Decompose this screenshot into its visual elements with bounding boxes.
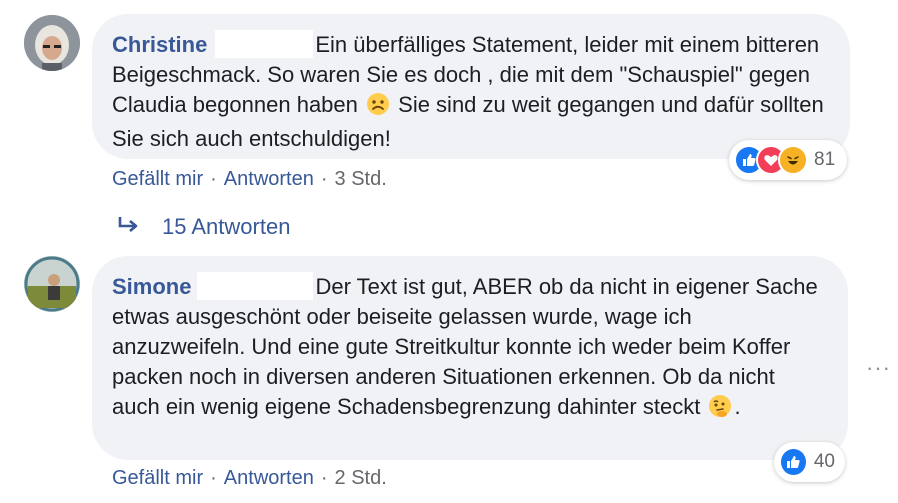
like-link[interactable]: Gefällt mir xyxy=(112,168,203,190)
frowning-face-icon xyxy=(366,92,390,124)
like-link[interactable]: Gefällt mir xyxy=(112,467,203,489)
timestamp[interactable]: 2 Std. xyxy=(335,467,387,489)
comment-actions: Gefällt mir · Antworten · 3 Std. xyxy=(112,167,387,191)
separator: · xyxy=(320,168,328,190)
reply-link[interactable]: Antworten xyxy=(224,168,314,190)
reply-arrow-icon xyxy=(118,214,140,240)
comment-actions: Gefällt mir · Antworten · 2 Std. xyxy=(112,466,387,490)
haha-reaction-icon xyxy=(778,145,808,175)
reactions-summary[interactable]: 81 xyxy=(729,140,847,180)
avatar-image xyxy=(24,15,80,71)
avatar-simone[interactable] xyxy=(24,256,80,312)
redacted-surname xyxy=(215,30,314,58)
reactions-summary[interactable]: 40 xyxy=(774,442,845,482)
reaction-count: 40 xyxy=(813,451,835,472)
redacted-surname xyxy=(197,272,314,300)
separator: · xyxy=(210,168,217,190)
replies-count-label: 15 Antworten xyxy=(162,214,291,239)
avatar-image xyxy=(24,256,80,312)
more-options-icon[interactable]: ··· xyxy=(866,355,891,381)
reply-link[interactable]: Antworten xyxy=(224,467,314,489)
thinking-face-icon xyxy=(708,394,732,426)
comment-author[interactable]: Christine xyxy=(112,32,207,57)
comment-author[interactable]: Simone xyxy=(112,274,191,299)
timestamp[interactable]: 3 Std. xyxy=(335,168,387,190)
comment-bubble-simone: Simone Der Text ist gut, ABER ob da nicht… xyxy=(92,256,848,460)
avatar-christine[interactable] xyxy=(24,15,80,71)
view-replies-link[interactable]: 15 Antworten xyxy=(118,214,290,240)
separator: · xyxy=(320,467,328,489)
separator: · xyxy=(210,467,217,489)
comment-bubble-christine: Christine Ein überfälliges Statement, lei… xyxy=(92,14,850,159)
like-reaction-icon xyxy=(779,447,808,477)
comment-text-end: . xyxy=(734,394,741,419)
reaction-count: 81 xyxy=(814,149,836,170)
